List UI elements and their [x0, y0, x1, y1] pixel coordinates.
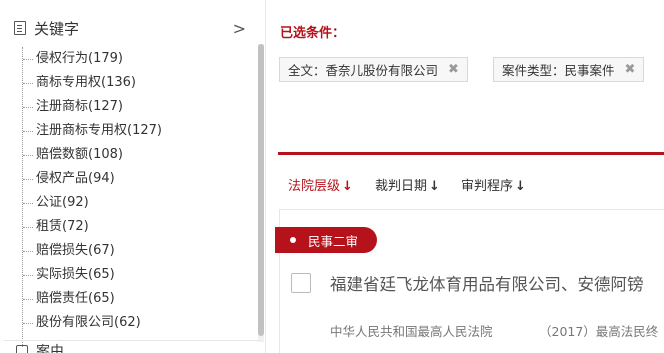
close-icon[interactable]: ✖ [448, 62, 459, 77]
sort-label: 法院层级 [288, 179, 341, 194]
scrollbar-thumb[interactable] [258, 44, 264, 336]
condition-tag-fulltext: 全文：香奈儿股份有限公司 ✖ [279, 57, 468, 82]
keyword-tree: 侵权行为(179) 商标专用权(136) 注册商标(127) 注册商标专用权(1… [22, 47, 256, 347]
sort-label: 审判程序 [461, 179, 514, 194]
keyword-section-title: 关键字 [34, 19, 80, 38]
keyword-item[interactable]: 公证(92) [22, 191, 256, 215]
condition-tag-label: 案件类型：民事案件 [502, 63, 615, 78]
trial-level-badge: 民事二审 [275, 227, 377, 253]
divider [278, 152, 664, 155]
arrow-down-icon: ↓ [515, 179, 526, 194]
document-icon [14, 21, 26, 35]
court-name: 中华人民共和国最高人民法院 [330, 324, 493, 339]
keyword-item[interactable]: 赔偿损失(67) [22, 239, 256, 263]
keyword-item[interactable]: 注册商标(127) [22, 95, 256, 119]
condition-tag-label: 全文：香奈儿股份有限公司 [288, 63, 439, 78]
chevron-right-icon[interactable]: > [233, 19, 246, 38]
arrow-down-icon: ↓ [429, 179, 440, 194]
condition-tag-case-type: 案件类型：民事案件 ✖ [493, 57, 645, 82]
case-number: （2017）最高法民终 [539, 324, 659, 339]
filter-sidebar: 关键字 > 侵权行为(179) 商标专用权(136) 注册商标(127) 注册商… [4, 0, 266, 353]
result-checkbox[interactable] [291, 273, 311, 293]
keyword-item[interactable]: 注册商标专用权(127) [22, 119, 256, 143]
keyword-item[interactable]: 赔偿数额(108) [22, 143, 256, 167]
selected-conditions-title: 已选条件： [280, 26, 346, 41]
sidebar-scrollbar[interactable] [258, 44, 264, 342]
dot-icon [290, 237, 296, 243]
list-icon [16, 344, 28, 353]
close-icon[interactable]: ✖ [625, 62, 636, 77]
keyword-item[interactable]: 租赁(72) [22, 215, 256, 239]
cause-section-header[interactable]: 案由 [4, 340, 260, 353]
keyword-item[interactable]: 侵权产品(94) [22, 167, 256, 191]
badge-label: 民事二审 [308, 233, 359, 249]
keyword-item[interactable]: 赔偿责任(65) [22, 287, 256, 311]
keyword-item[interactable]: 侵权行为(179) [22, 47, 256, 71]
sort-trial-procedure[interactable]: 审判程序 ↓ [461, 175, 526, 194]
keyword-section-header[interactable]: 关键字 > [4, 10, 260, 46]
keyword-item[interactable]: 股份有限公司(62) [22, 311, 256, 335]
keyword-item[interactable]: 商标专用权(136) [22, 71, 256, 95]
keyword-item[interactable]: 实际损失(65) [22, 263, 256, 287]
case-title-link[interactable]: 福建省廷飞龙体育用品有限公司、安德阿镑 [330, 271, 644, 295]
sort-label: 裁判日期 [375, 179, 428, 194]
sort-judgment-date[interactable]: 裁判日期 ↓ [375, 175, 440, 194]
sort-court-level[interactable]: 法院层级 ↓ [288, 175, 353, 194]
arrow-down-icon: ↓ [342, 179, 353, 194]
cause-section-title: 案由 [36, 343, 64, 353]
